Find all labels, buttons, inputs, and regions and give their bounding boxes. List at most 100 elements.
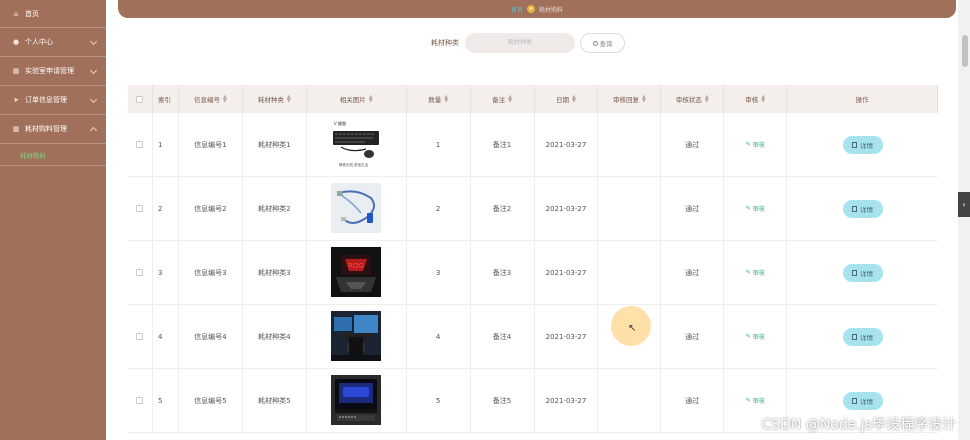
row-checkbox-cell xyxy=(128,177,153,240)
cell-status: 通过 xyxy=(661,241,725,304)
audit-link[interactable]: ✎ 审核 xyxy=(746,268,765,277)
scrollbar-thumb[interactable] xyxy=(962,35,968,67)
table-row: 4 信息编号4 耗材种类4 4 备注4 2021-03-27 通过 ✎ 审核 详情 xyxy=(128,305,938,369)
chevron-down-icon xyxy=(89,95,98,104)
audit-link[interactable]: ✎ 审核 xyxy=(746,204,765,213)
cell-audit: ✎ 审核 xyxy=(724,113,788,176)
product-image[interactable]: ROG xyxy=(331,246,382,299)
search-input[interactable]: 耗材种类 xyxy=(465,33,575,53)
search-button[interactable]: 查询 xyxy=(580,33,625,53)
table-row: 3 信息编号3 耗材种类3 ROG 3 备注3 2021-03-27 通过 ✎ 审核 详情 xyxy=(128,241,938,305)
sidebar-item-label: 首页 xyxy=(25,9,39,18)
sidebar-item-consumables[interactable]: ▦ 耗材购料管理 xyxy=(0,115,106,144)
grid-icon: ▦ xyxy=(12,125,20,133)
header-note[interactable]: 备注 ▲ ▼ xyxy=(471,85,535,113)
sort-icon: ▲ ▼ xyxy=(444,94,449,104)
cell-note: 备注1 xyxy=(471,113,535,176)
header-audit[interactable]: 审核 ▲ ▼ xyxy=(724,85,788,113)
cell-action: 详情 xyxy=(787,113,938,176)
detail-button[interactable]: 详情 xyxy=(842,135,883,154)
sidebar-item-label: 实验室申请管理 xyxy=(25,67,74,75)
table-row: 2 信息编号2 耗材种类2 2 备注2 2021-03-27 通过 ✎ 审核 详情 xyxy=(128,177,938,241)
cell-qty: 3 xyxy=(407,241,471,304)
detail-button[interactable]: 详情 xyxy=(842,327,883,346)
row-checkbox[interactable] xyxy=(136,269,144,276)
product-image[interactable] xyxy=(331,310,382,363)
user-icon: ● xyxy=(12,38,20,46)
cell-action: 详情 xyxy=(787,241,938,304)
cell-status: 通过 xyxy=(661,113,725,176)
cell-image xyxy=(307,177,407,240)
cell-status: 通过 xyxy=(661,305,725,368)
cell-index: 2 xyxy=(153,177,179,240)
row-checkbox[interactable] xyxy=(136,141,144,148)
table-row: 1 信息编号1 耗材种类1 V 鍵盤 静音无线 舒适生活 1 备注1 2021-03-27 通过… xyxy=(128,113,938,177)
audit-link[interactable]: ✎ 审核 xyxy=(746,332,765,341)
sidebar-item-home[interactable]: ⌂ 首页 xyxy=(0,0,106,28)
sidebar-subitem-consumables[interactable]: 耗材购料 xyxy=(0,144,106,166)
cell-index: 3 xyxy=(153,241,179,304)
row-checkbox[interactable] xyxy=(136,205,144,212)
sort-icon: ▲ ▼ xyxy=(572,94,576,104)
sidebar: ⌂ 首页 ● 个人中心 ▦ 实验室申请管理 ➤ 订单信息管理 ▦ 耗材购料管理 … xyxy=(0,0,106,440)
cell-status: 通过 xyxy=(661,177,725,240)
svg-text:静音无线 舒适生活: 静音无线 舒适生活 xyxy=(339,162,369,167)
audit-link[interactable]: ✎ 审核 xyxy=(746,140,765,149)
document-icon xyxy=(852,397,858,404)
cell-image xyxy=(307,369,407,432)
cursor-icon: ↖ xyxy=(628,323,637,334)
edit-icon: ✎ xyxy=(745,269,751,276)
cell-qty: 2 xyxy=(407,177,471,240)
cell-code: 信息编号1 xyxy=(179,113,243,176)
cell-type: 耗材种类4 xyxy=(243,305,307,368)
row-checkbox-cell xyxy=(128,113,153,176)
select-all-checkbox[interactable] xyxy=(136,95,144,103)
chevron-down-icon xyxy=(89,66,98,75)
header-image[interactable]: 相关图片 ▲ ▼ xyxy=(307,85,407,113)
cell-reply xyxy=(598,177,662,240)
header-reply[interactable]: 审核回复 ▲ ▼ xyxy=(598,85,662,113)
sort-icon: ▲ ▼ xyxy=(508,94,512,104)
sidebar-item-lab-application[interactable]: ▦ 实验室申请管理 xyxy=(0,57,106,86)
cell-type: 耗材种类2 xyxy=(243,177,307,240)
collapse-tab-icon[interactable]: ‹ xyxy=(958,192,970,217)
document-icon xyxy=(852,205,858,212)
product-image[interactable] xyxy=(331,374,382,427)
sort-icon: ▲ ▼ xyxy=(641,94,646,104)
sidebar-item-label: 订单信息管理 xyxy=(25,96,67,104)
header-date[interactable]: 日期 ▲ ▼ xyxy=(535,85,599,113)
header-index: 索引 xyxy=(153,85,179,113)
header-code[interactable]: 信息编号 ▲ ▼ xyxy=(179,85,243,113)
cell-audit: ✎ 审核 xyxy=(724,177,788,240)
detail-button[interactable]: 详情 xyxy=(842,263,883,282)
audit-link[interactable]: ✎ 审核 xyxy=(746,396,765,405)
svg-text:V 鍵盤: V 鍵盤 xyxy=(334,120,346,126)
cell-code: 信息编号2 xyxy=(179,177,243,240)
sidebar-item-order-info[interactable]: ➤ 订单信息管理 xyxy=(0,86,106,115)
breadcrumb: 首页 ★ 耗材购料 xyxy=(118,0,956,18)
cell-date: 2021-03-27 xyxy=(535,177,599,240)
vertical-scrollbar[interactable] xyxy=(958,0,970,440)
cell-note: 备注5 xyxy=(471,369,535,432)
sort-icon: ▲ ▼ xyxy=(704,94,709,104)
header-type[interactable]: 耗材种类 ▲ ▼ xyxy=(243,85,307,113)
sidebar-item-personal-center[interactable]: ● 个人中心 xyxy=(0,28,106,57)
breadcrumb-home[interactable]: 首页 xyxy=(511,5,523,14)
product-image[interactable]: V 鍵盤静音无线 舒适生活 xyxy=(331,118,382,171)
cell-image xyxy=(307,305,407,368)
row-checkbox[interactable] xyxy=(136,333,144,340)
sidebar-item-label: 耗材购料管理 xyxy=(25,125,67,133)
product-image[interactable] xyxy=(331,182,382,235)
sort-icon: ▲ ▼ xyxy=(222,94,227,104)
search-label: 耗材种类 xyxy=(431,39,459,47)
header-qty[interactable]: 数量 ▲ ▼ xyxy=(407,85,471,113)
header-status[interactable]: 审核状态 ▲ ▼ xyxy=(661,85,725,113)
home-icon: ⌂ xyxy=(13,9,19,18)
breadcrumb-current: 耗材购料 xyxy=(539,6,564,14)
detail-button[interactable]: 详情 xyxy=(842,391,883,410)
row-checkbox-cell xyxy=(128,241,153,304)
detail-button[interactable]: 详情 xyxy=(842,199,883,218)
cell-qty: 1 xyxy=(407,113,471,176)
sort-icon: ▲ ▼ xyxy=(286,94,291,104)
row-checkbox[interactable] xyxy=(136,397,144,404)
